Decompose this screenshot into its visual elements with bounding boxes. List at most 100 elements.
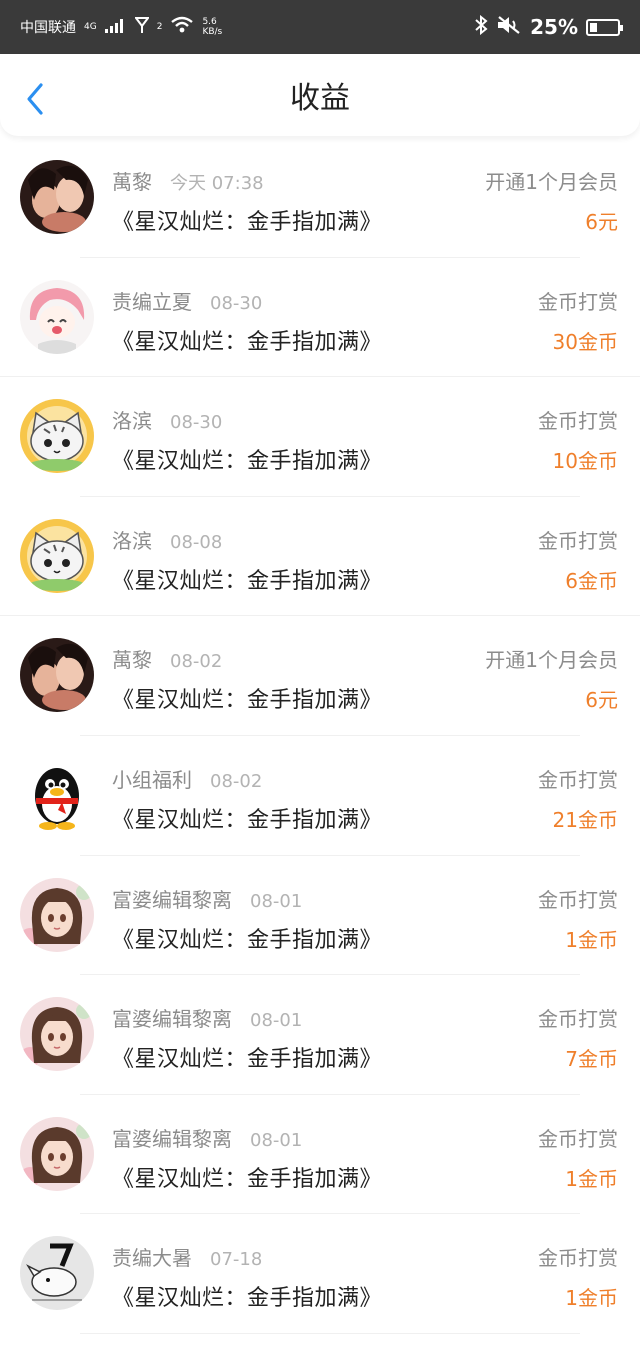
earning-row[interactable]: 富婆编辑黎离 08-01 《星汉灿烂：金手指加满》 金币打赏 1金币 bbox=[0, 1095, 640, 1215]
earning-time: 07-18 bbox=[210, 1249, 263, 1271]
book-title: 《星汉灿烂：金手指加满》 bbox=[112, 807, 383, 833]
earning-amount: 1金币 bbox=[565, 1166, 618, 1191]
header: 收益 bbox=[0, 54, 640, 136]
user-name: 富婆编辑黎离 bbox=[112, 1007, 232, 1032]
anime-girl-avatar[interactable] bbox=[20, 279, 94, 354]
user-name: 萬黎 bbox=[112, 648, 152, 673]
earning-time: 08-02 bbox=[210, 770, 263, 792]
earning-row[interactable]: 责编大暑 07-18 《星汉灿烂：金手指加满》 金币打赏 1金币 bbox=[0, 1214, 640, 1334]
bluetooth-icon bbox=[474, 14, 488, 39]
book-title: 《星汉灿烂：金手指加满》 bbox=[112, 449, 383, 475]
earning-type: 开通1个月会员 bbox=[485, 170, 618, 194]
net-speed-value: 5.6 bbox=[202, 17, 217, 27]
painted-girl-avatar[interactable] bbox=[20, 997, 94, 1072]
earning-amount: 1金币 bbox=[565, 1286, 618, 1311]
earning-type: 金币打赏 bbox=[538, 289, 618, 314]
earning-row[interactable]: 富婆编辑黎离 08-01 《星汉灿烂：金手指加满》 金币打赏 7金币 bbox=[0, 975, 640, 1095]
book-title: 《星汉灿烂：金手指加满》 bbox=[112, 1286, 383, 1312]
penguin-avatar[interactable] bbox=[20, 757, 94, 832]
book-title: 《星汉灿烂：金手指加满》 bbox=[112, 1047, 383, 1073]
earning-row[interactable]: 洛滨 08-30 《星汉灿烂：金手指加满》 金币打赏 10金币 bbox=[0, 377, 640, 497]
sketch-avatar[interactable] bbox=[20, 1236, 94, 1311]
cat-avatar[interactable] bbox=[20, 518, 94, 593]
user-name: 富婆编辑黎离 bbox=[112, 887, 232, 912]
book-title: 《星汉灿烂：金手指加满》 bbox=[112, 927, 383, 953]
sim2-label: 2 bbox=[156, 21, 163, 32]
name-line: 富婆编辑黎离 08-01 bbox=[112, 1123, 302, 1152]
name-line: 洛滨 08-30 bbox=[112, 405, 222, 434]
earnings-list: 萬黎 今天 07:38 《星汉灿烂：金手指加满》 开通1个月会员 6元 责编立夏… bbox=[0, 138, 640, 1334]
earning-row[interactable]: 富婆编辑黎离 08-01 《星汉灿烂：金手指加满》 金币打赏 1金币 bbox=[0, 856, 640, 976]
earning-row[interactable]: 小组福利 08-02 《星汉灿烂：金手指加满》 金币打赏 21金币 bbox=[0, 736, 640, 856]
cat-avatar[interactable] bbox=[20, 399, 94, 474]
book-title: 《星汉灿烂：金手指加满》 bbox=[112, 1166, 383, 1192]
battery-icon bbox=[586, 18, 623, 36]
photo-avatar[interactable] bbox=[20, 160, 94, 234]
name-line: 萬黎 今天 07:38 bbox=[112, 166, 264, 195]
earning-type: 金币打赏 bbox=[538, 409, 618, 434]
painted-girl-avatar[interactable] bbox=[20, 877, 94, 952]
signal-icon bbox=[104, 17, 127, 37]
battery-fill bbox=[590, 22, 597, 32]
book-title: 《星汉灿烂：金手指加满》 bbox=[112, 688, 383, 714]
earning-row[interactable]: 责编立夏 08-30 《星汉灿烂：金手指加满》 金币打赏 30金币 bbox=[0, 258, 640, 378]
painted-girl-avatar[interactable] bbox=[20, 1116, 94, 1191]
earning-type: 金币打赏 bbox=[538, 528, 618, 553]
earning-type: 金币打赏 bbox=[538, 1246, 618, 1271]
earning-row[interactable]: 萬黎 今天 07:38 《星汉灿烂：金手指加满》 开通1个月会员 6元 bbox=[0, 138, 640, 258]
name-line: 责编立夏 08-30 bbox=[112, 286, 262, 315]
name-line: 小组福利 08-02 bbox=[112, 764, 262, 793]
name-line: 洛滨 08-08 bbox=[112, 525, 222, 554]
book-title: 《星汉灿烂：金手指加满》 bbox=[112, 329, 383, 355]
net-speed-unit: KB/s bbox=[202, 27, 223, 37]
earning-type: 金币打赏 bbox=[538, 1007, 618, 1032]
earning-time: 08-08 bbox=[170, 531, 223, 553]
earning-amount: 6金币 bbox=[565, 568, 618, 593]
back-button[interactable] bbox=[22, 82, 48, 116]
photo-avatar[interactable] bbox=[20, 638, 94, 713]
status-bar: 中国联通 4G 2 5.6 KB/s 25% bbox=[0, 0, 640, 54]
name-line: 萬黎 08-02 bbox=[112, 644, 222, 673]
earning-amount: 1金币 bbox=[565, 927, 618, 952]
earning-amount: 21金币 bbox=[552, 807, 618, 832]
name-line: 富婆编辑黎离 08-01 bbox=[112, 884, 302, 913]
earning-time: 今天 07:38 bbox=[170, 173, 264, 194]
user-name: 责编立夏 bbox=[112, 289, 192, 314]
name-line: 责编大暑 07-18 bbox=[112, 1242, 262, 1271]
network-type: 4G bbox=[84, 21, 97, 32]
earning-type: 开通1个月会员 bbox=[485, 648, 618, 673]
user-name: 洛滨 bbox=[112, 409, 152, 434]
chevron-left-icon bbox=[27, 83, 43, 115]
earning-amount: 10金币 bbox=[552, 449, 618, 474]
earning-type: 金币打赏 bbox=[538, 1126, 618, 1151]
earning-amount: 6元 bbox=[585, 688, 618, 713]
no-sim-icon bbox=[133, 16, 150, 38]
net-speed: 5.6 KB/s bbox=[202, 17, 222, 37]
user-name: 洛滨 bbox=[112, 528, 152, 553]
battery-percent: 25% bbox=[530, 15, 578, 39]
earning-type: 金币打赏 bbox=[538, 887, 618, 912]
book-title: 《星汉灿烂：金手指加满》 bbox=[112, 210, 383, 235]
earning-amount: 7金币 bbox=[565, 1047, 618, 1072]
earning-time: 08-02 bbox=[170, 651, 223, 673]
mute-icon bbox=[496, 15, 522, 39]
earning-amount: 6元 bbox=[585, 210, 618, 234]
earning-time: 08-01 bbox=[250, 1010, 303, 1032]
user-name: 责编大暑 bbox=[112, 1246, 192, 1271]
book-title: 《星汉灿烂：金手指加满》 bbox=[112, 568, 383, 594]
page-title: 收益 bbox=[290, 81, 350, 116]
earning-time: 08-01 bbox=[250, 1129, 303, 1151]
carrier-label: 中国联通 bbox=[20, 20, 76, 36]
wifi-icon bbox=[170, 16, 194, 38]
user-name: 富婆编辑黎离 bbox=[112, 1126, 232, 1151]
earning-row[interactable]: 洛滨 08-08 《星汉灿烂：金手指加满》 金币打赏 6金币 bbox=[0, 497, 640, 617]
earning-time: 08-30 bbox=[170, 412, 223, 434]
name-line: 富婆编辑黎离 08-01 bbox=[112, 1003, 302, 1032]
earning-time: 08-30 bbox=[210, 292, 263, 314]
user-name: 萬黎 bbox=[112, 170, 152, 194]
row-divider bbox=[80, 1332, 580, 1334]
earning-time: 08-01 bbox=[250, 890, 303, 912]
earning-type: 金币打赏 bbox=[538, 767, 618, 792]
earning-row[interactable]: 萬黎 08-02 《星汉灿烂：金手指加满》 开通1个月会员 6元 bbox=[0, 616, 640, 736]
user-name: 小组福利 bbox=[112, 767, 192, 792]
